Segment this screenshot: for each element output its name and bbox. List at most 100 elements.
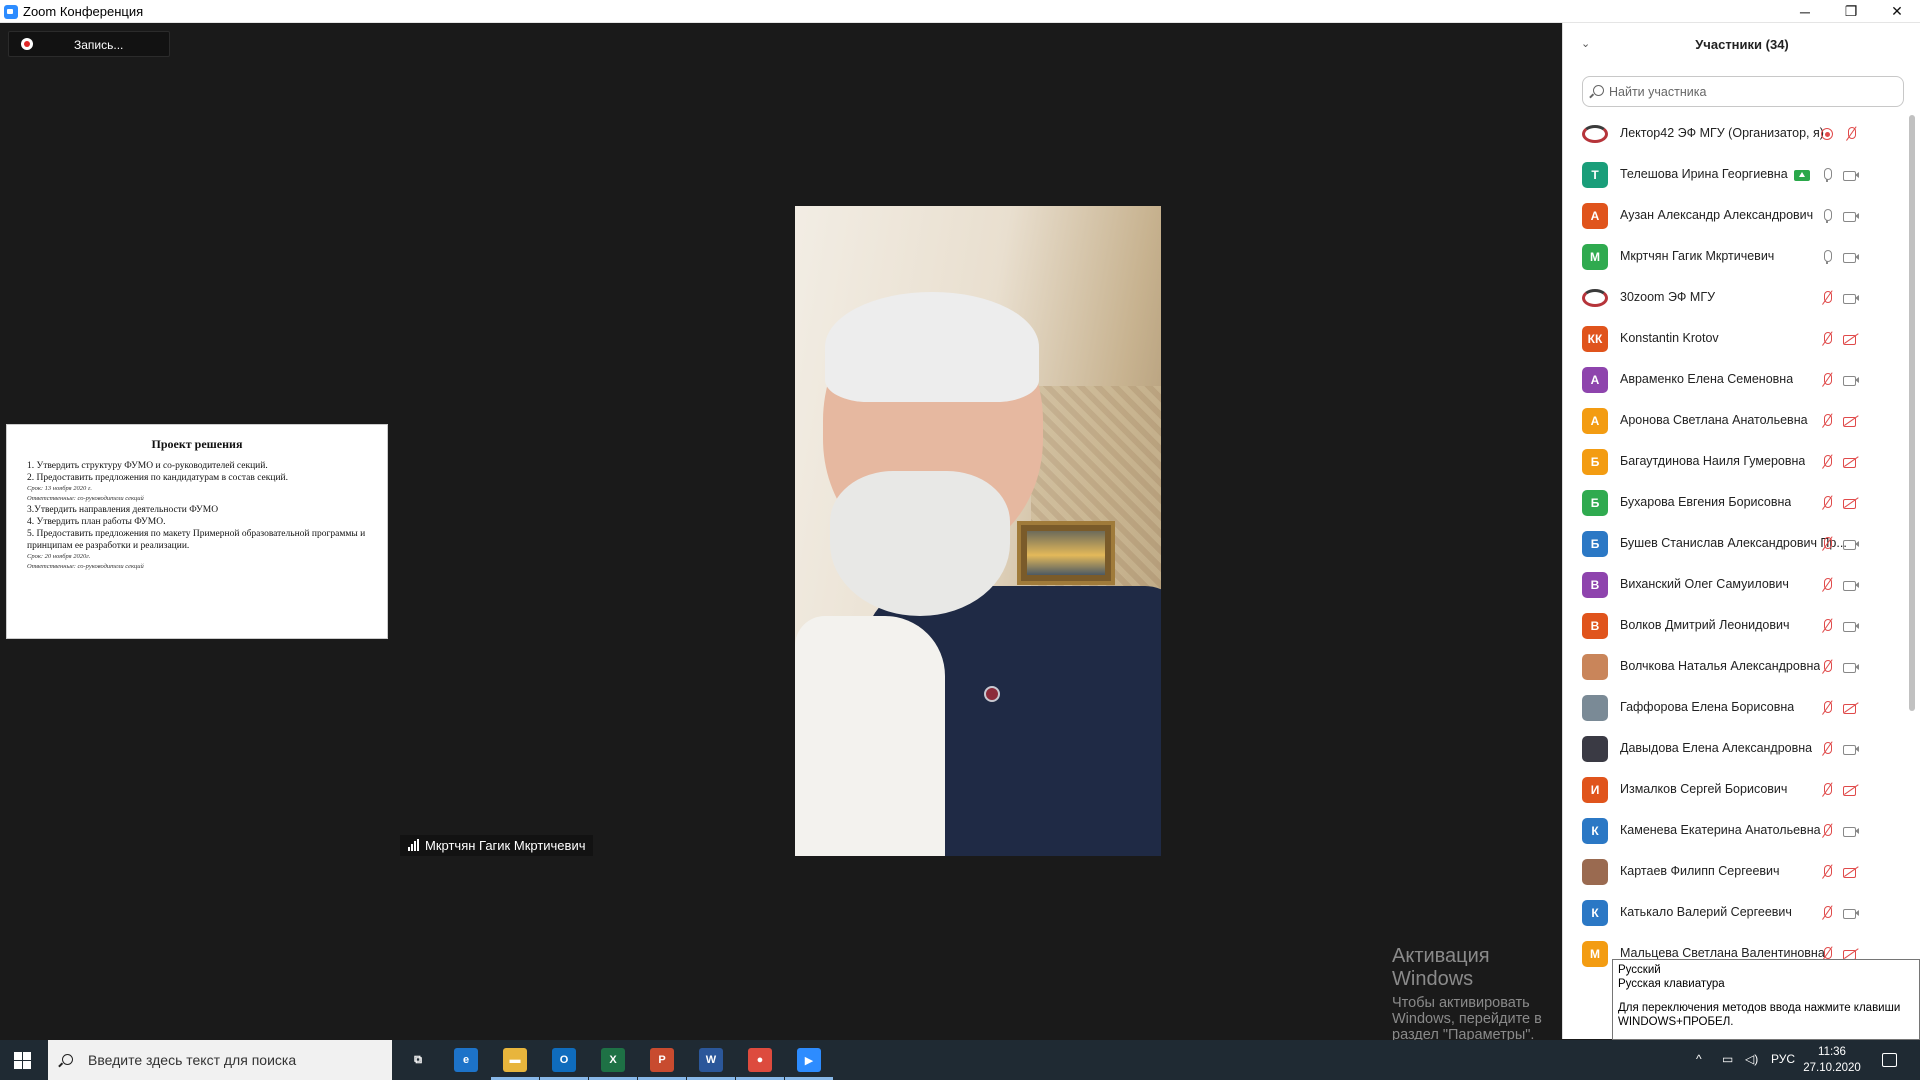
windows-activation-watermark: Активация Windows Чтобы активировать Win… [1392, 945, 1562, 1043]
ime-hint: Для переключения методов ввода нажмите к… [1618, 1002, 1901, 1014]
camera-icon[interactable] [1843, 167, 1859, 183]
participant-row[interactable]: Волчкова Наталья Александровна [1563, 646, 1903, 687]
microphone-muted-icon[interactable] [1819, 782, 1835, 798]
record-icon[interactable] [1819, 126, 1835, 142]
camera-icon[interactable] [1843, 659, 1859, 675]
camera-icon[interactable] [1843, 618, 1859, 634]
camera-icon[interactable] [1843, 536, 1859, 552]
minimize-button[interactable]: ─ [1782, 0, 1828, 23]
participant-name: Мкртчян Гагик Мкртичевич [1620, 249, 1775, 263]
microphone-muted-icon[interactable] [1819, 536, 1835, 552]
participant-search-input[interactable] [1609, 83, 1899, 101]
participant-row[interactable]: Б Бухарова Евгения Борисовна [1563, 482, 1903, 523]
excel-taskbar-icon[interactable]: X [601, 1048, 625, 1072]
participant-avatar: И [1582, 777, 1608, 803]
participant-row[interactable]: Б Багаутдинова Наиля Гумеровна [1563, 441, 1903, 482]
slide-item: 3.Утвердить направления деятельности ФУМ… [27, 505, 219, 515]
participant-row[interactable]: Б Бушев Станислав Александрович Пр... [1563, 523, 1903, 564]
slide-note: Ответственные: со-руководители секций [27, 563, 144, 570]
volume-icon[interactable]: ◁) [1745, 1052, 1758, 1066]
camera-off-icon[interactable] [1843, 700, 1859, 716]
microphone-muted-icon[interactable] [1819, 454, 1835, 470]
microphone-muted-icon[interactable] [1819, 700, 1835, 716]
participant-name: Аронова Светлана Анатольевна [1620, 413, 1808, 427]
camera-icon[interactable] [1843, 905, 1859, 921]
participant-row[interactable]: В Виханский Олег Самуилович [1563, 564, 1903, 605]
tray-overflow-icon[interactable]: ^ [1696, 1052, 1702, 1066]
participant-row[interactable]: Гаффорова Елена Борисовна [1563, 687, 1903, 728]
windows-start-icon[interactable] [14, 1052, 31, 1069]
participant-row[interactable]: КК Konstantin Krotov [1563, 318, 1903, 359]
zoom-taskbar-icon[interactable]: ▶ [785, 1040, 833, 1080]
participant-row[interactable]: А Аронова Светлана Анатольевна [1563, 400, 1903, 441]
word-taskbar-icon[interactable]: W [699, 1048, 723, 1072]
camera-icon[interactable] [1843, 372, 1859, 388]
task-view-taskbar-icon[interactable]: ⧉ [406, 1048, 430, 1072]
outlook-taskbar-icon[interactable]: O [552, 1048, 576, 1072]
participant-avatar: М [1582, 244, 1608, 270]
camera-icon[interactable] [1843, 290, 1859, 306]
microphone-muted-icon[interactable] [1819, 659, 1835, 675]
microphone-icon[interactable] [1819, 208, 1835, 224]
camera-off-icon[interactable] [1843, 864, 1859, 880]
participant-photo [1582, 654, 1608, 680]
microphone-muted-icon[interactable] [1843, 126, 1859, 142]
camera-icon[interactable] [1843, 741, 1859, 757]
notifications-icon[interactable] [1882, 1053, 1897, 1067]
camera-off-icon[interactable] [1843, 782, 1859, 798]
participant-row[interactable]: Лектор42 ЭФ МГУ (Организатор, я) [1563, 113, 1903, 154]
camera-icon[interactable] [1843, 208, 1859, 224]
microphone-muted-icon[interactable] [1819, 413, 1835, 429]
network-icon[interactable]: ▭ [1722, 1052, 1733, 1066]
microphone-muted-icon[interactable] [1819, 372, 1835, 388]
microphone-icon[interactable] [1819, 167, 1835, 183]
participant-avatar: К [1582, 818, 1608, 844]
microphone-muted-icon[interactable] [1819, 331, 1835, 347]
microphone-muted-icon[interactable] [1819, 290, 1835, 306]
participant-row[interactable]: В Волков Дмитрий Леонидович [1563, 605, 1903, 646]
camera-icon[interactable] [1843, 823, 1859, 839]
slide-item: 4. Утвердить план работы ФУМО. [27, 517, 166, 527]
microphone-muted-icon[interactable] [1819, 495, 1835, 511]
participant-row[interactable]: Картаев Филипп Сергеевич [1563, 851, 1903, 892]
microphone-muted-icon[interactable] [1819, 618, 1835, 634]
participant-row[interactable]: М Мкртчян Гагик Мкртичевич [1563, 236, 1903, 277]
microphone-muted-icon[interactable] [1819, 741, 1835, 757]
microphone-icon[interactable] [1819, 249, 1835, 265]
explorer-taskbar-icon[interactable]: ▬ [503, 1048, 527, 1072]
microphone-muted-icon[interactable] [1819, 905, 1835, 921]
close-button[interactable]: ✕ [1874, 0, 1920, 23]
speaker-name: Мкртчян Гагик Мкртичевич [425, 838, 586, 853]
camera-icon[interactable] [1843, 577, 1859, 593]
camera-icon[interactable] [1843, 249, 1859, 265]
participant-row[interactable]: Т Телешова Ирина Георгиевна [1563, 154, 1903, 195]
participant-row[interactable]: А Авраменко Елена Семеновна [1563, 359, 1903, 400]
camera-off-icon[interactable] [1843, 454, 1859, 470]
participant-row[interactable]: А Аузан Александр Александрович [1563, 195, 1903, 236]
taskbar-clock[interactable]: 11:36 27.10.2020 [1802, 1044, 1862, 1076]
participant-avatar: КК [1582, 326, 1608, 352]
microphone-muted-icon[interactable] [1819, 864, 1835, 880]
microphone-muted-icon[interactable] [1819, 823, 1835, 839]
participant-row[interactable]: И Измалков Сергей Борисович [1563, 769, 1903, 810]
participant-row[interactable]: 30zoom ЭФ МГУ [1563, 277, 1903, 318]
input-language[interactable]: РУС [1771, 1052, 1795, 1066]
participants-scrollbar[interactable] [1909, 115, 1915, 711]
microphone-muted-icon[interactable] [1819, 577, 1835, 593]
ime-hint-keys: WINDOWS+ПРОБЕЛ. [1618, 1016, 1734, 1028]
participant-row[interactable]: Давыдова Елена Александровна [1563, 728, 1903, 769]
participant-row[interactable]: К Катькало Валерий Сергеевич [1563, 892, 1903, 933]
restore-button[interactable]: ❐ [1828, 0, 1874, 23]
camera-off-icon[interactable] [1843, 331, 1859, 347]
taskbar-search[interactable]: Введите здесь текст для поиска [48, 1040, 392, 1080]
recording-indicator[interactable]: Запись... [8, 31, 170, 57]
powerpoint-taskbar-icon[interactable]: P [650, 1048, 674, 1072]
camera-off-icon[interactable] [1843, 413, 1859, 429]
chrome-taskbar-icon[interactable]: ● [748, 1048, 772, 1072]
edge-taskbar-icon[interactable]: e [454, 1048, 478, 1072]
speaker-video[interactable] [795, 206, 1161, 856]
participant-row[interactable]: К Каменева Екатерина Анатольевна [1563, 810, 1903, 851]
participant-search[interactable] [1582, 76, 1904, 107]
camera-off-icon[interactable] [1843, 495, 1859, 511]
participant-avatar: Т [1582, 162, 1608, 188]
